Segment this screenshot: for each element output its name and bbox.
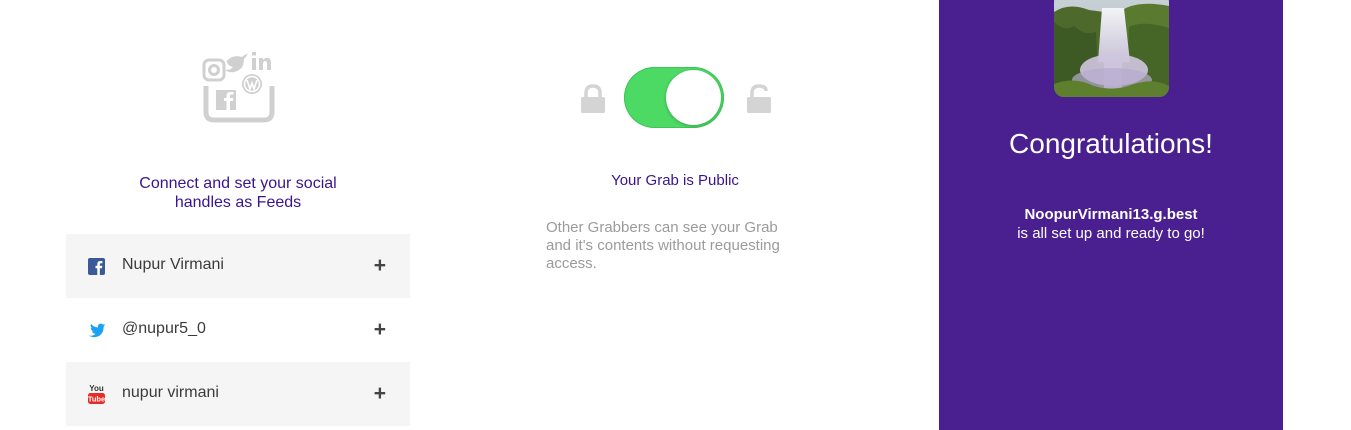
youtube-icon: You Tube [88, 383, 105, 405]
connect-feeds-text: Connect and set your social handles as F… [139, 175, 337, 211]
setup-ready-message: is all set up and ready to go! [1017, 225, 1205, 242]
social-bundle-icon [198, 48, 278, 124]
youtube-icon-text-top: You [89, 384, 104, 393]
add-feed-facebook-button[interactable]: + [374, 255, 386, 276]
feed-row-youtube[interactable]: You Tube nupur virmani + [66, 362, 410, 426]
lock-open-icon [746, 84, 772, 114]
feed-handle: nupur virmani [122, 384, 219, 401]
toggle-knob[interactable] [666, 70, 721, 125]
add-feed-youtube-button[interactable]: + [374, 383, 386, 404]
youtube-icon-text-bottom: Tube [88, 395, 105, 404]
lock-closed-icon [580, 84, 606, 114]
feed-handle: Nupur Virmani [122, 256, 224, 273]
add-feed-twitter-button[interactable]: + [374, 319, 386, 340]
congratulations-panel: Congratulations! NoopurVirmani13.g.best … [939, 0, 1283, 430]
feed-row-twitter[interactable]: @nupur5_0 + [66, 298, 410, 362]
feed-list: Nupur Virmani + @nupur5_0 + You Tube nup… [66, 234, 410, 426]
waterfall-photo [1054, 0, 1169, 97]
visibility-description: Other Grabbers can see your Grab and it'… [546, 219, 780, 272]
congratulations-title: Congratulations! [1009, 128, 1213, 159]
facebook-icon [88, 258, 105, 275]
feed-handle: @nupur5_0 [122, 320, 206, 337]
feed-row-facebook[interactable]: Nupur Virmani + [66, 234, 410, 298]
visibility-status-title: Your Grab is Public [611, 172, 739, 189]
public-visibility-toggle[interactable] [624, 67, 724, 128]
grab-username: NoopurVirmani13.g.best [1024, 206, 1198, 223]
twitter-icon [88, 322, 105, 339]
